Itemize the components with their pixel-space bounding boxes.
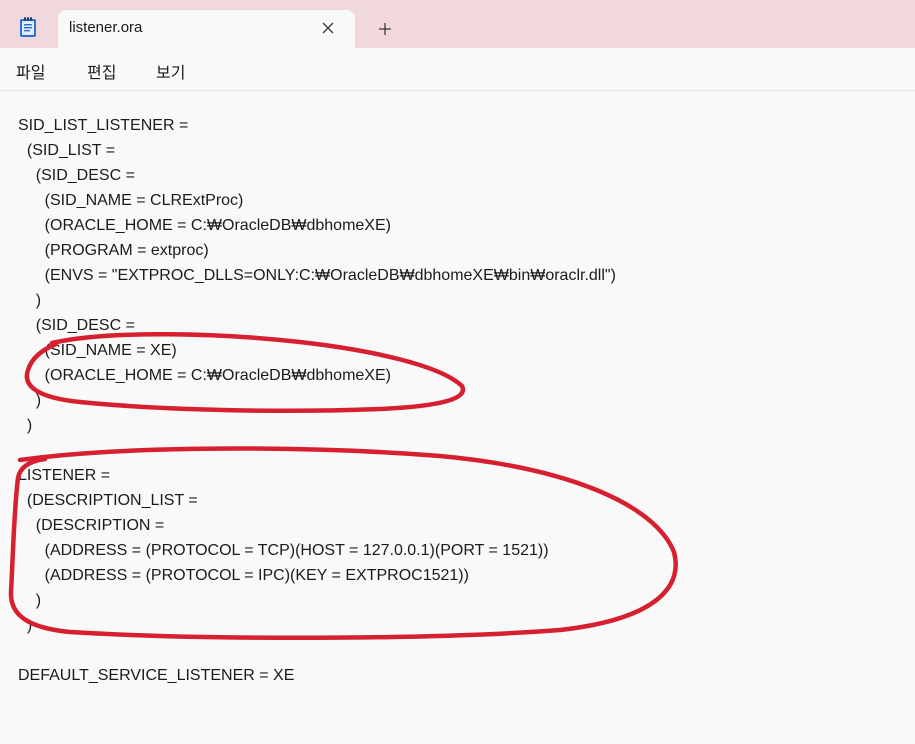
menu-bar: 파일 편집 보기 [0,48,915,91]
editor-line: LISTENER = [18,467,111,484]
editor-line: (ADDRESS = (PROTOCOL = TCP)(HOST = 127.0… [18,542,549,559]
menu-file[interactable]: 파일 [16,59,45,83]
tab-strip: listener.ora [0,0,915,48]
editor-line: DEFAULT_SERVICE_LISTENER = XE [18,667,295,684]
text-editor[interactable]: SID_LIST_LISTENER = (SID_LIST = (SID_DES… [0,91,915,744]
notepad-window: listener.ora 파일 편집 보기 SID_LIST_LISTENER … [0,0,915,744]
editor-line: ) [18,417,33,434]
editor-line: (PROGRAM = extproc) [18,242,209,259]
editor-line: (ORACLE_HOME = C:₩OracleDB₩dbhomeXE) [18,217,391,234]
editor-line: (ENVS = "EXTPROC_DLLS=ONLY:C:₩OracleDB₩d… [18,267,616,284]
editor-line: SID_LIST_LISTENER = [18,117,189,134]
editor-line: (SID_NAME = CLRExtProc) [18,192,244,209]
editor-line: ) [18,392,42,409]
close-icon[interactable] [320,20,336,36]
plus-icon[interactable] [377,21,393,37]
notepad-icon [19,16,37,38]
menu-edit[interactable]: 편집 [87,59,116,83]
menu-view[interactable]: 보기 [156,59,185,83]
editor-line: (DESCRIPTION_LIST = [18,492,198,509]
editor-line: (SID_DESC = [18,167,135,184]
editor-line: (DESCRIPTION = [18,517,165,534]
editor-line: (ADDRESS = (PROTOCOL = IPC)(KEY = EXTPRO… [18,567,469,584]
editor-line: ) [18,292,42,309]
editor-line: (SID_LIST = [18,142,116,159]
tab-title: listener.ora [69,19,143,36]
tab-listener-ora[interactable]: listener.ora [58,10,355,48]
editor-line: (SID_DESC = [18,317,135,334]
editor-line: ) [18,592,42,609]
editor-line: (ORACLE_HOME = C:₩OracleDB₩dbhomeXE) [18,367,391,384]
editor-line: (SID_NAME = XE) [18,342,177,359]
editor-line: ) [18,617,33,634]
